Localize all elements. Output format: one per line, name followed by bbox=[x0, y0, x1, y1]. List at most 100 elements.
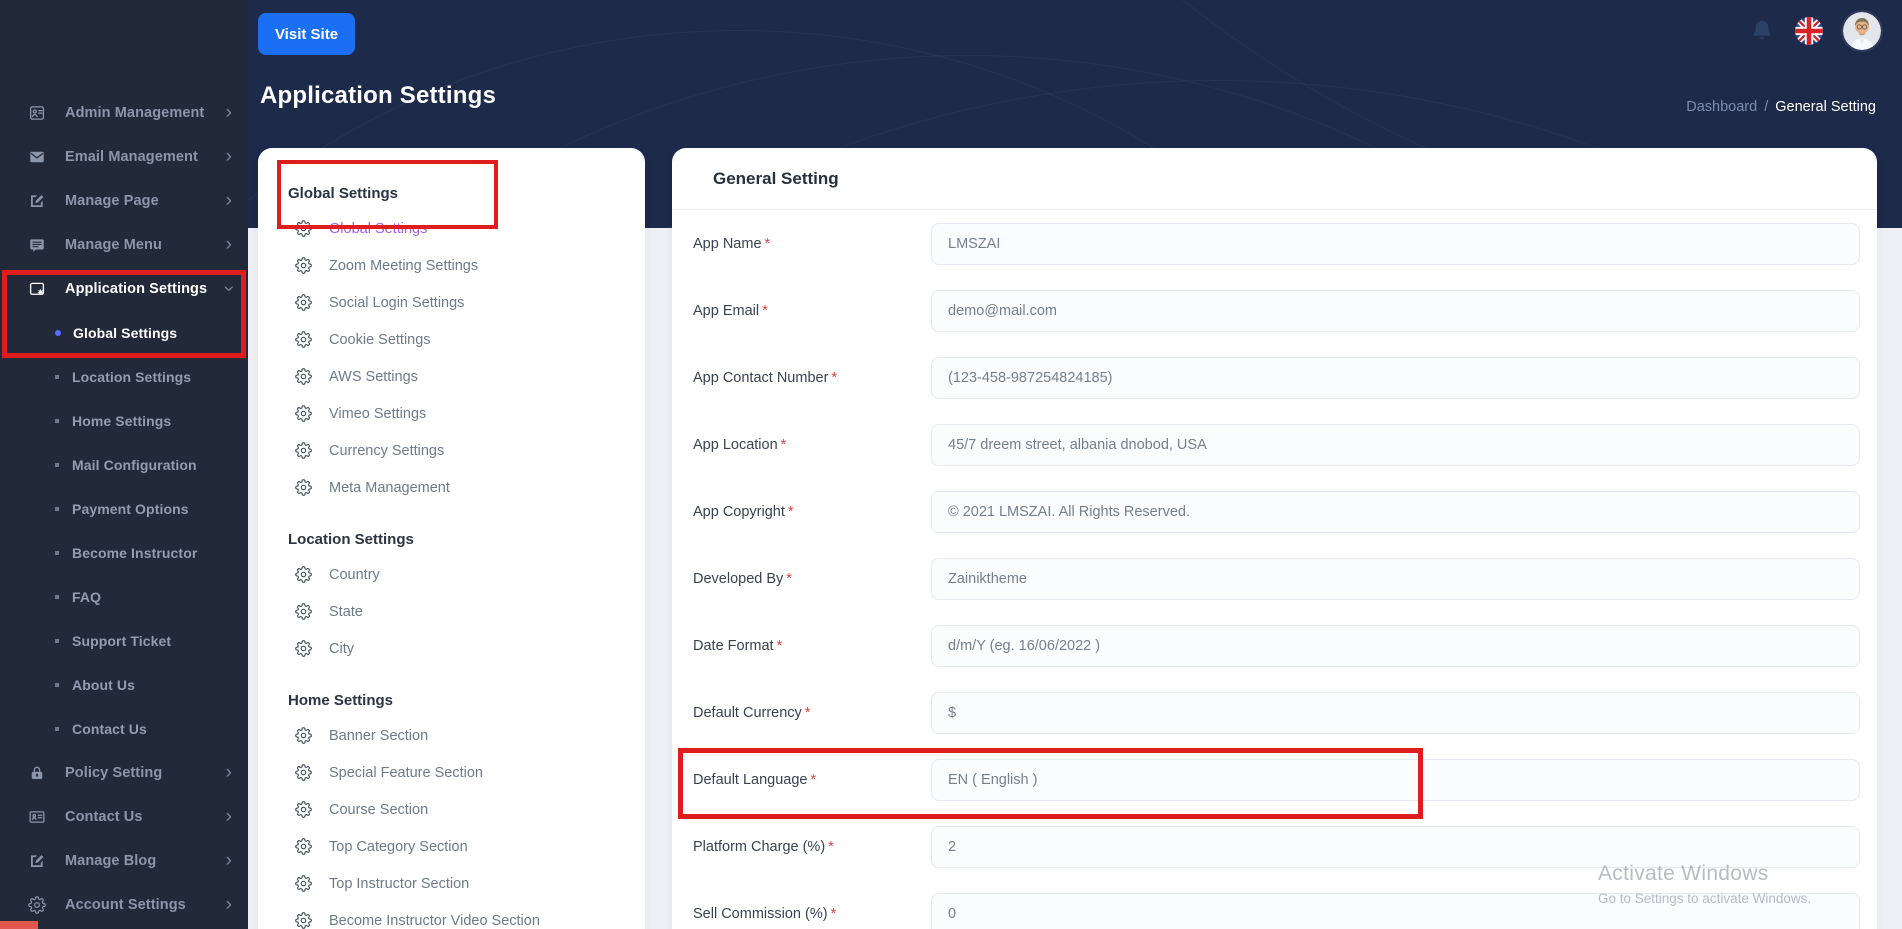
settings-nav-banner-section[interactable]: Banner Section bbox=[258, 717, 645, 754]
sidebar-item-label: Contact Us bbox=[65, 809, 143, 825]
bullet-dot-icon bbox=[55, 727, 59, 731]
settings-nav-top-category-section[interactable]: Top Category Section bbox=[258, 828, 645, 865]
bullet-dot-icon bbox=[55, 595, 59, 599]
field-input-sell-commission[interactable] bbox=[931, 892, 1860, 929]
app-window-gear-icon bbox=[29, 282, 45, 296]
form-row-app-email: App Email * bbox=[672, 277, 1877, 344]
required-asterisk: * bbox=[764, 235, 771, 252]
gear-icon bbox=[295, 838, 312, 855]
field-input-default-language[interactable] bbox=[931, 758, 1860, 801]
settings-nav-state[interactable]: State bbox=[258, 593, 645, 630]
sidebar-item-label: About Us bbox=[72, 677, 136, 693]
settings-nav-currency-settings[interactable]: Currency Settings bbox=[258, 432, 645, 469]
form-row-app-name: App Name * bbox=[672, 210, 1877, 277]
uk-flag-icon[interactable] bbox=[1795, 17, 1823, 45]
sidebar-item-label: Email Management bbox=[65, 149, 198, 165]
sidebar-item-label: Contact Us bbox=[72, 721, 147, 737]
settings-nav-global-settings[interactable]: Global Settings bbox=[258, 210, 645, 247]
settings-nav-aws-settings[interactable]: AWS Settings bbox=[258, 358, 645, 395]
field-input-app-email[interactable] bbox=[931, 289, 1860, 332]
field-label: Default Language * bbox=[693, 771, 817, 788]
field-input-app-contact-number[interactable] bbox=[931, 356, 1860, 399]
bell-icon[interactable] bbox=[1749, 18, 1775, 44]
settings-nav-special-feature-section[interactable]: Special Feature Section bbox=[258, 754, 645, 791]
settings-nav-global-settings: Global Settings bbox=[258, 176, 645, 210]
settings-nav-location-settings: Location Settings bbox=[258, 522, 645, 556]
breadcrumb-dashboard[interactable]: Dashboard bbox=[1686, 99, 1757, 115]
required-asterisk: * bbox=[762, 302, 768, 319]
chevron-right-icon: › bbox=[218, 284, 240, 292]
gear-icon bbox=[295, 764, 312, 781]
form-rows: App Name* App Email* App Contact Number* bbox=[672, 210, 1877, 929]
required-asterisk: * bbox=[787, 503, 794, 520]
sidebar-item-manage-page[interactable]: Manage Page › bbox=[0, 179, 248, 223]
envelope-icon bbox=[30, 151, 44, 163]
sidebar-item-payment-options[interactable]: Payment Options bbox=[0, 487, 248, 531]
field-input-app-location[interactable] bbox=[931, 423, 1860, 466]
gear-icon bbox=[295, 603, 312, 620]
sidebar-item-application-settings[interactable]: Application Settings › bbox=[0, 267, 248, 311]
page-title: Application Settings bbox=[260, 82, 497, 109]
sidebar-item-global-settings[interactable]: Global Settings bbox=[0, 311, 248, 355]
chevron-right-icon: › bbox=[225, 233, 232, 255]
gear-icon bbox=[295, 368, 312, 385]
settings-nav-zoom-meeting-settings[interactable]: Zoom Meeting Settings bbox=[258, 247, 645, 284]
sidebar-item-mail-configuration[interactable]: Mail Configuration bbox=[0, 443, 248, 487]
settings-nav-meta-management[interactable]: Meta Management bbox=[258, 469, 645, 506]
field-input-date-format[interactable] bbox=[931, 624, 1860, 667]
settings-nav-label: Social Login Settings bbox=[329, 294, 465, 311]
required-asterisk: * bbox=[831, 369, 838, 386]
sidebar-item-account-settings[interactable]: Account Settings › bbox=[0, 883, 248, 927]
settings-nav-label: Zoom Meeting Settings bbox=[329, 257, 479, 274]
sidebar-item-support-ticket[interactable]: Support Ticket bbox=[0, 619, 248, 663]
settings-nav-label: Country bbox=[329, 566, 380, 583]
sidebar-item-faq[interactable]: FAQ bbox=[0, 575, 248, 619]
sidebar-item-manage-menu[interactable]: Manage Menu › bbox=[0, 223, 248, 267]
form-row-app-contact-number: App Contact Number * bbox=[672, 344, 1877, 411]
sidebar-item-contact-us[interactable]: Contact Us bbox=[0, 707, 248, 751]
sidebar-item-admin-management[interactable]: Admin Management › bbox=[0, 91, 248, 135]
sidebar-item-policy-setting[interactable]: Policy Setting › bbox=[0, 751, 248, 795]
form-row-sell-commission: Sell Commission (%) * bbox=[672, 880, 1877, 929]
id-badge-icon bbox=[29, 106, 45, 120]
settings-nav-become-instructor-video-section[interactable]: Become Instructor Video Section bbox=[258, 902, 645, 929]
sidebar-item-location-settings[interactable]: Location Settings bbox=[0, 355, 248, 399]
gear-icon bbox=[295, 331, 312, 348]
field-input-platform-charge[interactable] bbox=[931, 825, 1860, 868]
field-input-default-currency[interactable] bbox=[931, 691, 1860, 734]
field-label: Developed By * bbox=[693, 570, 792, 587]
sidebar-item-about-us[interactable]: About Us bbox=[0, 663, 248, 707]
settings-nav-course-section[interactable]: Course Section bbox=[258, 791, 645, 828]
settings-nav-top-instructor-section[interactable]: Top Instructor Section bbox=[258, 865, 645, 902]
field-input-app-name[interactable] bbox=[931, 222, 1860, 265]
settings-nav-country[interactable]: Country bbox=[258, 556, 645, 593]
sidebar-item-contact-us[interactable]: Contact Us › bbox=[0, 795, 248, 839]
settings-nav-vimeo-settings[interactable]: Vimeo Settings bbox=[258, 395, 645, 432]
required-asterisk: * bbox=[804, 704, 811, 721]
settings-nav-cookie-settings[interactable]: Cookie Settings bbox=[258, 321, 645, 358]
gear-icon bbox=[28, 896, 46, 914]
sidebar-item-become-instructor[interactable]: Become Instructor bbox=[0, 531, 248, 575]
chevron-right-icon: › bbox=[225, 101, 232, 123]
bullet-dot-icon bbox=[55, 507, 59, 511]
gear-icon bbox=[295, 875, 312, 892]
field-label: Sell Commission (%) * bbox=[693, 905, 837, 922]
sidebar-item-email-management[interactable]: Email Management › bbox=[0, 135, 248, 179]
sidebar-item-home-settings[interactable]: Home Settings bbox=[0, 399, 248, 443]
visit-site-button[interactable]: Visit Site bbox=[258, 13, 355, 55]
settings-nav-label: Cookie Settings bbox=[329, 331, 431, 348]
chevron-right-icon: › bbox=[225, 761, 232, 783]
sidebar-item-label: Location Settings bbox=[72, 369, 192, 385]
user-avatar[interactable] bbox=[1843, 12, 1881, 50]
sidebar-item-manage-blog[interactable]: Manage Blog › bbox=[0, 839, 248, 883]
settings-nav-city[interactable]: City bbox=[258, 630, 645, 667]
topbar-icons bbox=[1749, 0, 1881, 62]
field-input-developed-by[interactable] bbox=[931, 557, 1860, 600]
settings-nav-label: Meta Management bbox=[329, 479, 450, 496]
field-label: Date Format * bbox=[693, 637, 783, 654]
field-input-app-copyright[interactable] bbox=[931, 490, 1860, 533]
breadcrumb-current: General Setting bbox=[1775, 99, 1876, 115]
sidebar-item-label: Become Instructor bbox=[72, 545, 198, 561]
settings-nav-label: Vimeo Settings bbox=[329, 405, 427, 422]
settings-nav-social-login-settings[interactable]: Social Login Settings bbox=[258, 284, 645, 321]
